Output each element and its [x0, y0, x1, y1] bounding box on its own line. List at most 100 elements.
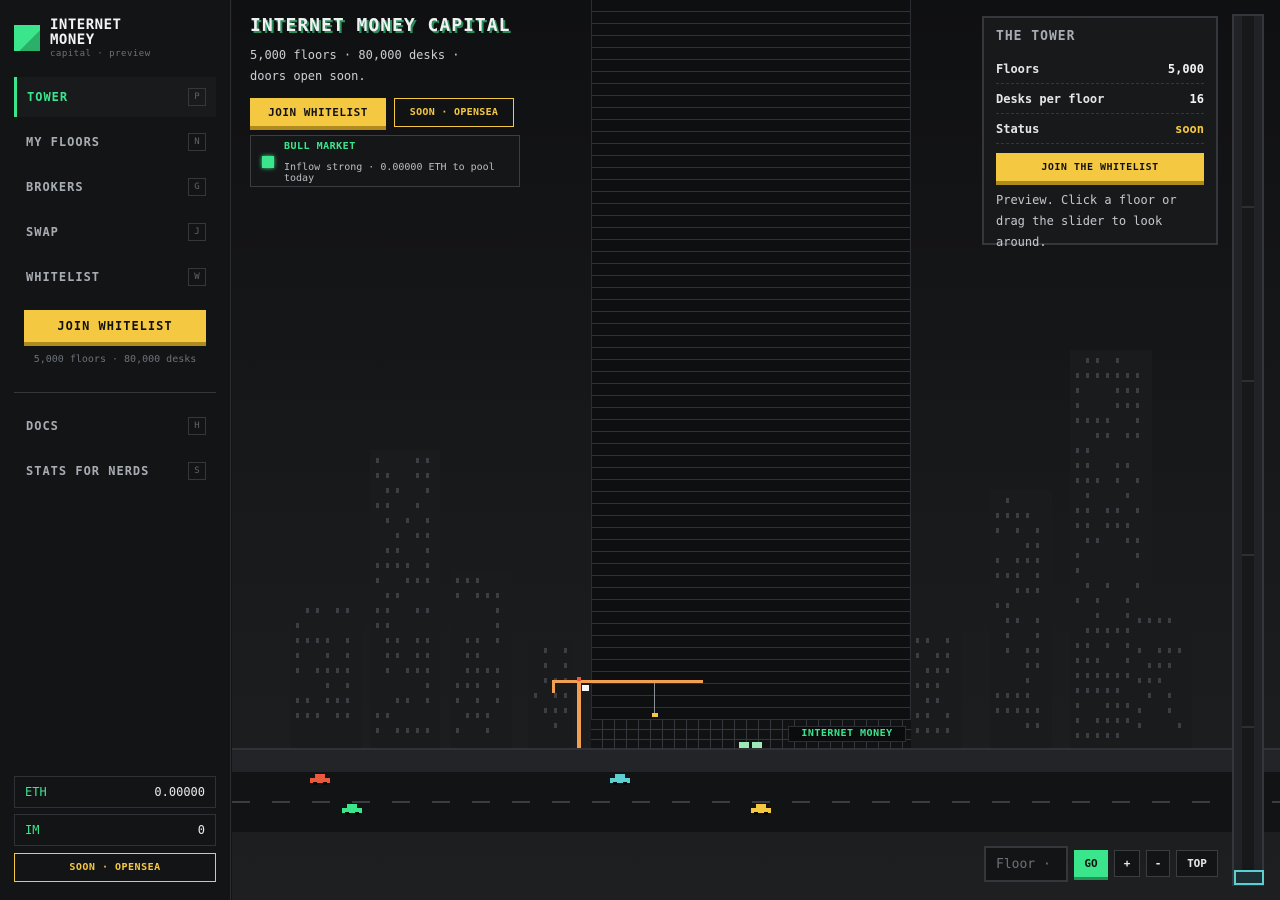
building-window: [346, 608, 349, 613]
building-window: [396, 488, 399, 493]
building-window: [1116, 388, 1119, 393]
car: [610, 774, 630, 785]
go-button[interactable]: GO: [1074, 850, 1108, 880]
building-window: [1016, 708, 1019, 713]
building-window: [1086, 358, 1089, 363]
building-window: [936, 698, 939, 703]
building-window: [326, 653, 329, 658]
building-window: [386, 503, 389, 508]
building-window: [296, 713, 299, 718]
row-label: Floors: [996, 61, 1040, 76]
building-window: [1106, 718, 1109, 723]
building-window: [396, 653, 399, 658]
building-window: [1076, 523, 1079, 528]
nav-label: BROKERS: [26, 180, 84, 194]
nav-item-my-floors[interactable]: MY FLOORS N: [14, 122, 216, 162]
page-title: INTERNET MONEY CAPITAL: [250, 15, 511, 36]
building-window: [1086, 463, 1089, 468]
building-window: [544, 663, 547, 668]
slider-tick: [1242, 380, 1254, 382]
building-window: [326, 683, 329, 688]
building-window: [496, 623, 499, 628]
building-window: [1116, 688, 1119, 693]
building-window: [1036, 633, 1039, 638]
building-window: [1168, 648, 1171, 653]
building-window: [496, 698, 499, 703]
building-window: [554, 723, 557, 728]
building-window: [476, 638, 479, 643]
logo[interactable]: INTERNET MONEY capital · preview: [14, 18, 160, 59]
building-window: [554, 708, 557, 713]
building-window: [1126, 463, 1129, 468]
building-window: [1168, 618, 1171, 623]
building-window: [386, 473, 389, 478]
nav-item-tower[interactable]: TOWER P: [14, 77, 216, 117]
building-window: [1136, 388, 1139, 393]
sidebar-opensea-button[interactable]: SOON · OPENSEA: [14, 853, 216, 882]
building-window: [496, 668, 499, 673]
building-window: [1116, 703, 1119, 708]
building-window: [416, 473, 419, 478]
hero-opensea-button[interactable]: SOON · OPENSEA: [394, 98, 514, 127]
panel-row-status: Status soon: [996, 114, 1204, 144]
building-window: [1126, 718, 1129, 723]
slider-rail: [1242, 16, 1254, 884]
shortcut-key: P: [188, 88, 206, 106]
building-window: [426, 728, 429, 733]
building-window: [1116, 463, 1119, 468]
building-window: [1126, 433, 1129, 438]
building-window: [1016, 588, 1019, 593]
building-window: [476, 668, 479, 673]
building-window: [476, 653, 479, 658]
building-window: [376, 713, 379, 718]
nav-item-stats-for-nerds[interactable]: STATS FOR NERDS S: [14, 451, 216, 491]
car: [751, 804, 771, 815]
building-window: [1076, 643, 1079, 648]
building-window: [416, 728, 419, 733]
building-window: [1086, 418, 1089, 423]
building-window: [306, 698, 309, 703]
building-window: [1126, 388, 1129, 393]
panel-join-whitelist-button[interactable]: JOIN THE WHITELIST: [996, 153, 1204, 185]
hero-join-whitelist-button[interactable]: JOIN WHITELIST: [250, 98, 386, 130]
zoom-out-button[interactable]: -: [1146, 850, 1170, 877]
building-window: [1036, 723, 1039, 728]
building-window: [326, 638, 329, 643]
nav-item-whitelist[interactable]: WHITELIST W: [14, 257, 216, 297]
building-window: [386, 593, 389, 598]
building-window: [1106, 523, 1109, 528]
floor-slider-track[interactable]: [1232, 14, 1264, 886]
building-window: [1148, 663, 1151, 668]
floor-slider-thumb[interactable]: [1234, 870, 1264, 885]
building-window: [396, 533, 399, 538]
wallet-eth-value: 0.00000: [154, 785, 205, 799]
building-window: [1148, 678, 1151, 683]
floor-input[interactable]: [984, 846, 1068, 882]
nav-label: SWAP: [26, 225, 59, 239]
building-window: [1036, 648, 1039, 653]
nav-item-brokers[interactable]: BROKERS G: [14, 167, 216, 207]
building-window: [1126, 373, 1129, 378]
building-window: [1096, 358, 1099, 363]
building-window: [1036, 663, 1039, 668]
building-window: [1106, 733, 1109, 738]
zoom-in-button[interactable]: +: [1114, 850, 1140, 877]
building-window: [946, 728, 949, 733]
building-window: [466, 638, 469, 643]
building-window: [1086, 538, 1089, 543]
status-value: soon: [1175, 121, 1204, 136]
building-window: [426, 608, 429, 613]
top-button[interactable]: TOP: [1176, 850, 1218, 877]
building-window: [1076, 463, 1079, 468]
nav-item-swap[interactable]: SWAP J: [14, 212, 216, 252]
building-window: [386, 563, 389, 568]
building-window: [1126, 523, 1129, 528]
sidebar-join-whitelist-button[interactable]: JOIN WHITELIST: [24, 310, 206, 346]
nav-item-docs[interactable]: DOCS H: [14, 406, 216, 446]
building-window: [1026, 663, 1029, 668]
building-window: [936, 728, 939, 733]
building-window: [416, 533, 419, 538]
building-window: [946, 713, 949, 718]
building-window: [996, 603, 999, 608]
tower-building[interactable]: [591, 0, 911, 720]
